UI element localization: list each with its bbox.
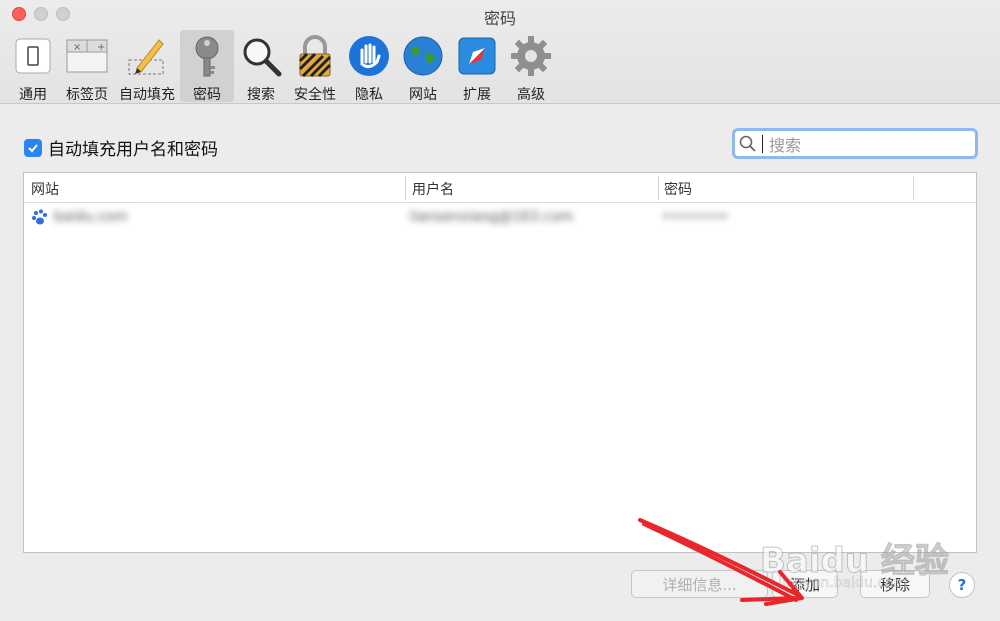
autofill-pencil-icon: [125, 34, 169, 78]
hand-icon: [347, 34, 391, 78]
svg-text:×: ×: [73, 42, 81, 53]
magnifier-icon: [239, 34, 283, 78]
row-site: baidu.com: [54, 209, 128, 225]
column-header-website[interactable]: 网站: [31, 179, 59, 199]
padlock-icon: [293, 34, 337, 78]
column-header-password[interactable]: 密码: [664, 179, 692, 199]
key-icon: [185, 34, 229, 78]
puzzle-compass-icon: [455, 34, 499, 78]
tab-search[interactable]: 搜索: [234, 30, 288, 103]
preferences-toolbar: 通用 × + 标签页 自动填充 密码 搜索 安全性 隐私 网站 扩展 高级: [6, 30, 558, 103]
autofill-checkbox[interactable]: [24, 138, 42, 157]
help-button[interactable]: ?: [949, 572, 975, 598]
checkmark-icon: [28, 143, 38, 152]
column-divider[interactable]: [658, 176, 659, 200]
tab-privacy[interactable]: 隐私: [342, 30, 396, 103]
tab-security[interactable]: 安全性: [288, 30, 342, 103]
tab-websites[interactable]: 网站: [396, 30, 450, 103]
title-bar: 密码 通用 × + 标签页 自动填充 密码 搜索 安全性 隐私 网站 扩展 高级: [0, 0, 1000, 104]
autofill-label: 自动填充用户名和密码: [48, 140, 218, 160]
table-row[interactable]: baidu.com liansenxiaog@163.com ••••••••: [24, 203, 976, 233]
svg-text:+: +: [97, 42, 105, 53]
general-icon: [11, 34, 55, 78]
column-divider[interactable]: [405, 176, 406, 200]
tab-general[interactable]: 通用: [6, 30, 60, 103]
search-input[interactable]: 搜索: [732, 128, 978, 159]
passwords-table[interactable]: 网站 用户名 密码 baidu.com liansenxiaog@163.com…: [23, 172, 977, 553]
window-title: 密码: [483, 9, 516, 28]
column-header-username[interactable]: 用户名: [412, 179, 454, 199]
red-arrow-annotation: [638, 518, 804, 606]
gear-icon: [509, 34, 553, 78]
tab-tabs[interactable]: × + 标签页: [60, 30, 114, 103]
text-caret: [762, 134, 763, 153]
search-placeholder: 搜索: [769, 135, 802, 155]
baidu-paw-icon: [32, 209, 47, 225]
row-password: ••••••••: [662, 209, 729, 225]
row-username: liansenxiaog@163.com: [410, 209, 574, 225]
globe-icon: [401, 34, 445, 78]
table-header: 网站 用户名 密码: [24, 173, 976, 203]
tabs-icon: × +: [65, 34, 109, 78]
tab-advanced[interactable]: 高级: [504, 30, 558, 103]
column-divider[interactable]: [913, 176, 914, 200]
tab-passwords[interactable]: 密码: [180, 30, 234, 103]
tab-autofill[interactable]: 自动填充: [114, 30, 180, 103]
tab-extensions[interactable]: 扩展: [450, 30, 504, 103]
search-icon: [739, 135, 756, 152]
autofill-credentials-checkbox-row[interactable]: 自动填充用户名和密码: [24, 135, 218, 160]
